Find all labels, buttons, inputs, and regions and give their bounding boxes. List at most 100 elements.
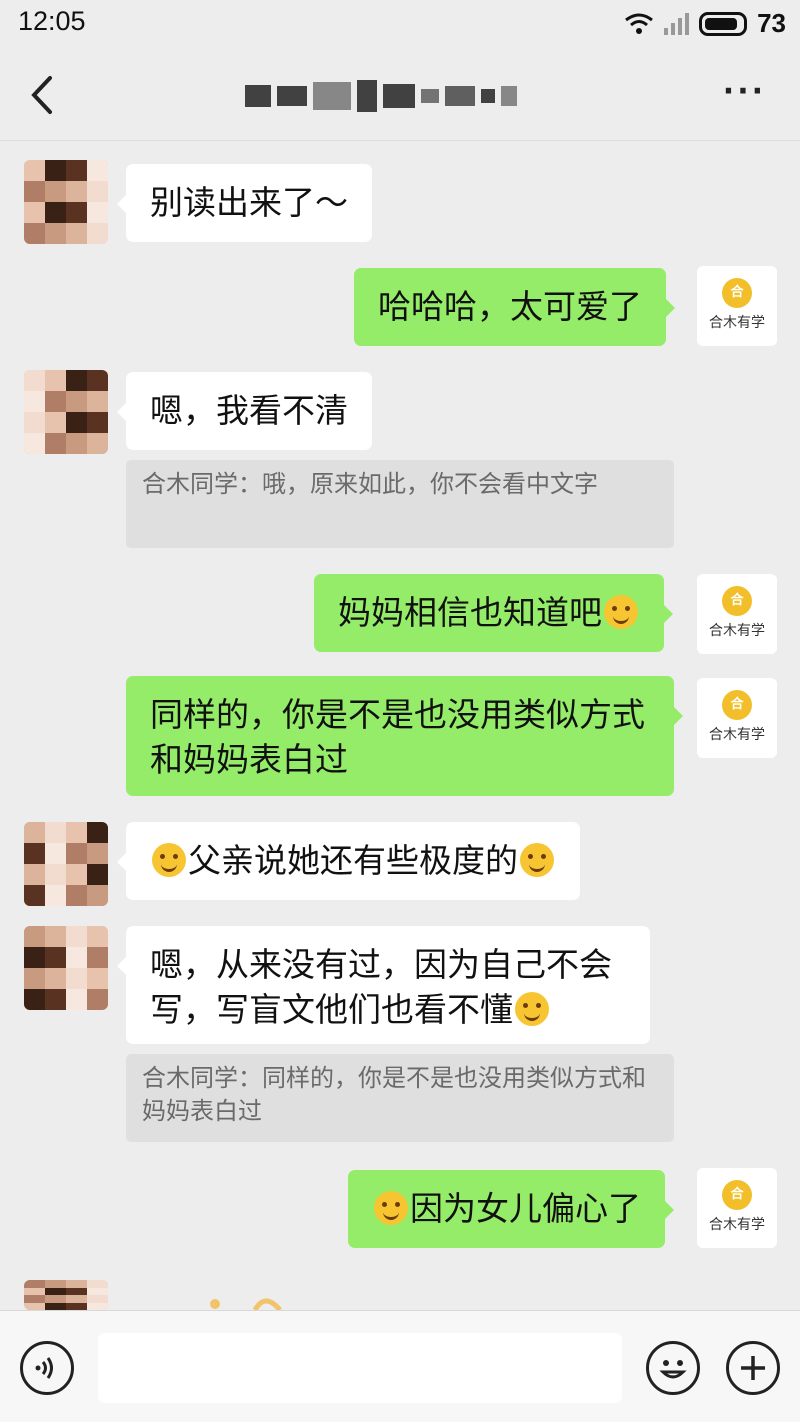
- avatar-pixel: [66, 202, 87, 223]
- avatar-pixel: [66, 181, 87, 202]
- avatar-pixel: [66, 433, 87, 454]
- plus-icon[interactable]: [726, 1341, 780, 1395]
- message-bubble: 妈妈相信也知道吧: [314, 574, 673, 652]
- message-input[interactable]: [98, 1333, 622, 1403]
- avatar-pixel: [45, 864, 66, 885]
- avatar-pixel: [45, 223, 66, 244]
- brand-label: 合木有学: [709, 315, 765, 331]
- avatar-pixel: [66, 989, 87, 1010]
- avatar-pixel: [45, 391, 66, 412]
- voice-input-icon[interactable]: [20, 1341, 74, 1395]
- avatar-pixel: [24, 864, 45, 885]
- more-icon[interactable]: ···: [723, 74, 766, 109]
- avatar-contact[interactable]: [24, 822, 108, 906]
- avatar-pixel: [66, 864, 87, 885]
- grin-emoji-icon: [374, 1191, 408, 1225]
- avatar-pixel: [24, 181, 45, 202]
- avatar-pixel: [24, 947, 45, 968]
- avatar-pixel: [24, 989, 45, 1010]
- back-icon[interactable]: [22, 70, 62, 120]
- grin-emoji-icon: [520, 843, 554, 877]
- avatar-brand[interactable]: 合 合木有学: [697, 574, 777, 654]
- avatar-pixel: [45, 412, 66, 433]
- avatar-pixel: [24, 1280, 45, 1288]
- avatar-pixel: [87, 843, 108, 864]
- status-time: 12:05: [18, 6, 86, 36]
- avatar-pixel: [66, 843, 87, 864]
- avatar-pixel: [87, 412, 108, 433]
- avatar-pixel: [24, 223, 45, 244]
- message-text: 妈妈相信也知道吧: [338, 593, 602, 632]
- grin-emoji-icon: [604, 595, 638, 629]
- message-line: 嗯，从来没有过，因为自己不会: [150, 945, 612, 984]
- avatar-pixel: [66, 160, 87, 181]
- message-bubble: 因为女儿偏心了: [348, 1170, 674, 1248]
- avatar-pixel: [45, 822, 66, 843]
- avatar-pixel: [45, 1295, 66, 1303]
- brand-logo-icon: 合: [722, 278, 752, 308]
- cut-off-text-icon: [210, 1298, 282, 1310]
- avatar-pixel: [66, 947, 87, 968]
- avatar-pixel: [87, 926, 108, 947]
- avatar-pixel: [66, 968, 87, 989]
- avatar-pixel: [24, 391, 45, 412]
- brand-label: 合木有学: [709, 623, 765, 639]
- message-bubble: 嗯，我看不清: [117, 372, 372, 450]
- avatar-pixel: [66, 1302, 87, 1310]
- chat-header: ···: [0, 50, 800, 140]
- avatar-pixel: [45, 370, 66, 391]
- avatar-pixel: [24, 843, 45, 864]
- avatar-pixel: [87, 1302, 108, 1310]
- avatar-brand[interactable]: 合 合木有学: [697, 266, 777, 346]
- laugh-tears-emoji-icon: [515, 992, 549, 1026]
- avatar-pixel: [66, 1280, 87, 1288]
- avatar-pixel: [24, 822, 45, 843]
- quoted-reply[interactable]: 合木同学：哦，原来如此，你不会看中文字: [126, 460, 674, 548]
- status-bar: 12:05 73: [0, 0, 800, 46]
- avatar-pixel: [24, 202, 45, 223]
- partial-message: [195, 1292, 295, 1310]
- quoted-reply[interactable]: 合木同学：同样的，你是不是也没用类似方式和妈妈表白过: [126, 1054, 674, 1142]
- avatar-contact[interactable]: [24, 926, 108, 1010]
- message-bubble: 嗯，从来没有过，因为自己不会 写，写盲文他们也看不懂: [117, 926, 650, 1044]
- avatar-pixel: [45, 968, 66, 989]
- wifi-icon: [625, 13, 653, 34]
- avatar-contact[interactable]: [24, 370, 108, 454]
- avatar-pixel: [87, 391, 108, 412]
- avatar-pixel: [45, 947, 66, 968]
- avatar-contact[interactable]: [24, 1280, 108, 1310]
- laugh-tears-emoji-icon: [152, 843, 186, 877]
- avatar-pixel: [87, 1295, 108, 1303]
- message-line: 写，写盲文他们也看不懂: [150, 990, 513, 1029]
- avatar-pixel: [87, 370, 108, 391]
- avatar-brand[interactable]: 合 合木有学: [697, 1168, 777, 1248]
- message-bubble: 同样的，你是不是也没用类似方式 和妈妈表白过: [126, 676, 683, 796]
- avatar-pixel: [45, 433, 66, 454]
- avatar-pixel: [45, 181, 66, 202]
- avatar-pixel: [87, 822, 108, 843]
- message-bubble: 哈哈哈，太可爱了: [354, 268, 675, 346]
- avatar-pixel: [24, 370, 45, 391]
- avatar-pixel: [45, 989, 66, 1010]
- brand-logo-icon: 合: [722, 690, 752, 720]
- avatar-pixel: [45, 202, 66, 223]
- avatar-pixel: [24, 1295, 45, 1303]
- avatar-contact[interactable]: [24, 160, 108, 244]
- avatar-pixel: [87, 202, 108, 223]
- avatar-pixel: [66, 223, 87, 244]
- avatar-pixel: [87, 223, 108, 244]
- avatar-pixel: [66, 885, 87, 906]
- emoji-picker-icon[interactable]: [646, 1341, 700, 1395]
- avatar-brand[interactable]: 合 合木有学: [697, 678, 777, 758]
- avatar-pixel: [87, 885, 108, 906]
- brand-logo-icon: 合: [722, 586, 752, 616]
- avatar-pixel: [87, 968, 108, 989]
- avatar-pixel: [45, 1302, 66, 1310]
- signal-icon: [664, 12, 690, 35]
- avatar-pixel: [24, 926, 45, 947]
- avatar-pixel: [45, 1280, 66, 1288]
- battery-icon: [699, 11, 748, 36]
- avatar-pixel: [24, 885, 45, 906]
- battery-level: 73: [757, 8, 786, 38]
- avatar-pixel: [45, 1287, 66, 1295]
